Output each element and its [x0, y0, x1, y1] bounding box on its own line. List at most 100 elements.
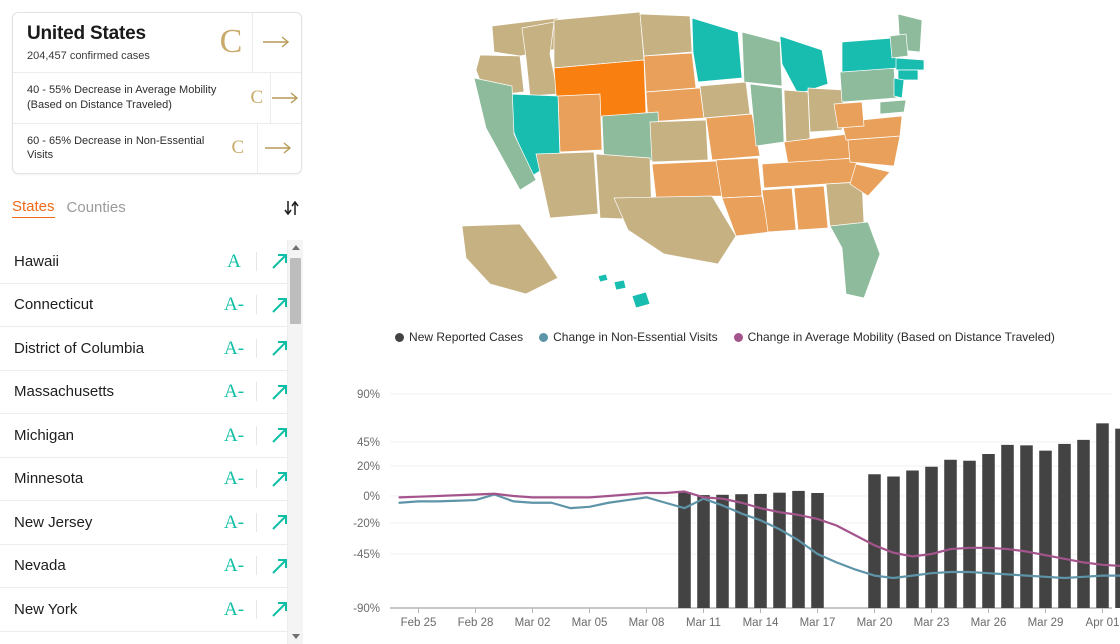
- map-state-west-virginia: [833, 101, 865, 129]
- visits-detail-button[interactable]: [256, 123, 301, 174]
- chart-bar[interactable]: [1096, 423, 1109, 608]
- sort-button[interactable]: [282, 199, 302, 217]
- chart-bar[interactable]: [925, 466, 938, 608]
- chart-bar[interactable]: [963, 460, 976, 608]
- chart-bar[interactable]: [887, 476, 900, 609]
- us-choropleth-map[interactable]: [450, 8, 940, 313]
- map-state-montana: [553, 11, 645, 69]
- chart-bar[interactable]: [906, 470, 919, 609]
- list-item-label: Nevada: [14, 557, 66, 575]
- scrollbar-thumb[interactable]: [290, 258, 301, 324]
- summary-row-visits[interactable]: 60 - 65% Decrease in Non-Essential Visit…: [13, 122, 301, 174]
- x-axis-tick-label: Feb 25: [401, 617, 437, 629]
- list-item-label: Connecticut: [14, 296, 94, 314]
- map-state-connecticut-ri: [897, 69, 919, 81]
- y-axis-tick-label: -90%: [353, 603, 380, 615]
- chart-bar[interactable]: [773, 492, 786, 608]
- list-item[interactable]: Hawaii A: [0, 240, 303, 284]
- list-item[interactable]: New York A-: [0, 588, 303, 632]
- legend-label: Change in Average Mobility (Based on Dis…: [747, 330, 1055, 344]
- list-item-grade: A-: [212, 295, 257, 315]
- map-state-wisconsin: [741, 31, 783, 87]
- map-state-new-york: [841, 37, 899, 73]
- chart-bar[interactable]: [678, 492, 691, 608]
- list-item[interactable]: Massachusetts A-: [0, 371, 303, 414]
- summary-row-mobility[interactable]: 40 - 55% Decrease in Average Mobility (B…: [13, 71, 301, 123]
- map-state-maryland-de: [879, 99, 907, 115]
- x-axis-tick-label: Mar 26: [971, 617, 1007, 629]
- map-state-indiana: [783, 89, 811, 143]
- summary-row-overall[interactable]: United States 204,457 confirmed cases C: [13, 13, 301, 72]
- chart-bar[interactable]: [1058, 443, 1071, 608]
- map-state-idaho: [521, 21, 559, 97]
- chart-bar[interactable]: [1115, 428, 1120, 608]
- left-panel: United States 204,457 confirmed cases C …: [0, 0, 322, 644]
- y-axis-tick-label: 20%: [357, 461, 380, 473]
- y-axis-tick-label: 90%: [357, 389, 380, 401]
- list-item-grade: A-: [212, 338, 257, 358]
- map-state-new-jersey: [893, 77, 905, 99]
- legend-item[interactable]: Change in Non-Essential Visits: [539, 330, 718, 344]
- chart-bar[interactable]: [982, 454, 995, 608]
- chart-bar[interactable]: [792, 490, 805, 608]
- x-axis-tick-label: Mar 17: [800, 617, 836, 629]
- visits-description: 60 - 65% Decrease in Non-Essential Visit…: [27, 134, 205, 162]
- map-state-arizona: [535, 151, 599, 219]
- list-item-grade: A-: [212, 382, 257, 402]
- caret-down-icon: [291, 634, 300, 639]
- page-title: United States: [27, 23, 146, 44]
- tab-counties[interactable]: Counties: [67, 199, 126, 218]
- x-axis-tick-label: Apr 01: [1086, 617, 1120, 629]
- map-panel: ABCDF: [330, 0, 1120, 320]
- legend-item[interactable]: Change in Average Mobility (Based on Dis…: [733, 330, 1055, 344]
- list-item[interactable]: Connecticut A-: [0, 284, 303, 327]
- list-item[interactable]: Michigan A-: [0, 414, 303, 458]
- map-state-vermont-nh: [889, 33, 909, 59]
- map-state-north-carolina: [847, 135, 901, 167]
- legend-item[interactable]: New Reported Cases: [395, 330, 523, 344]
- legend-label: Change in Non-Essential Visits: [553, 330, 718, 344]
- arrow-right-icon: [265, 142, 292, 154]
- overall-detail-button[interactable]: [252, 13, 301, 72]
- legend-color-swatch: [539, 332, 549, 342]
- summary-mobility-text: 40 - 55% Decrease in Average Mobility (B…: [13, 73, 244, 123]
- chart-bar[interactable]: [868, 474, 881, 608]
- map-state-arkansas: [715, 157, 763, 199]
- chart-bar[interactable]: [1039, 450, 1052, 608]
- list-scrollbar[interactable]: [287, 240, 303, 644]
- chart-bar[interactable]: [1001, 444, 1014, 608]
- map-state-massachusetts: [895, 57, 925, 71]
- list-item[interactable]: New Jersey A-: [0, 501, 303, 545]
- tab-states[interactable]: States: [12, 198, 55, 218]
- map-state-hawaii-1: [597, 273, 609, 283]
- y-axis-tick-label: -45%: [353, 549, 380, 561]
- list-item-label: Massachusetts: [14, 383, 115, 401]
- map-state-missouri: [705, 113, 761, 161]
- list-item-grade: A: [212, 251, 257, 271]
- chart-bar[interactable]: [1077, 439, 1090, 608]
- chart-bar[interactable]: [716, 494, 729, 608]
- chart-bar[interactable]: [697, 495, 710, 608]
- mobility-detail-button[interactable]: [270, 72, 301, 123]
- x-axis-tick-label: Mar 11: [686, 617, 721, 629]
- list-item-grade: A-: [212, 512, 257, 532]
- list-item[interactable]: Nevada A-: [0, 545, 303, 588]
- summary-overall-text: United States 204,457 confirmed cases: [13, 13, 210, 72]
- chart-bar[interactable]: [1020, 445, 1033, 608]
- map-state-south-dakota: [643, 52, 697, 93]
- timeseries-chart[interactable]: 90% 45% 20% 0% -20% -45% -90% Feb 25 Feb 28 Mar 0…: [330, 380, 1120, 644]
- list-item[interactable]: Minnesota A-: [0, 458, 303, 501]
- map-state-alabama: [793, 185, 829, 231]
- chart-bar[interactable]: [754, 493, 767, 608]
- list-item[interactable]: District of Columbia A-: [0, 327, 303, 371]
- scroll-up-button[interactable]: [288, 240, 303, 255]
- map-state-texas: [613, 195, 737, 265]
- scroll-down-button[interactable]: [288, 629, 303, 644]
- map-state-mississippi: [761, 187, 797, 233]
- y-axis-tick-label: 45%: [357, 437, 380, 449]
- chart-bar[interactable]: [944, 459, 957, 608]
- summary-visits-text: 60 - 65% Decrease in Non-Essential Visit…: [13, 124, 219, 174]
- list-item-grade: A-: [212, 599, 257, 619]
- map-state-florida: [829, 221, 881, 299]
- list-item-grade: A-: [212, 469, 257, 489]
